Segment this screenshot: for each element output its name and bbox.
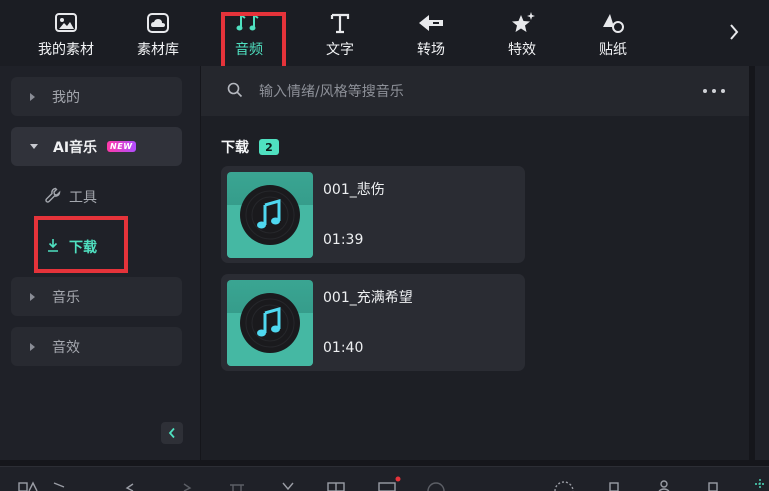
- track-duration: 01:40: [323, 340, 364, 356]
- tab-label: 特效: [508, 42, 536, 58]
- track-duration: 01:39: [323, 232, 364, 248]
- new-badge: NEW: [107, 141, 136, 152]
- timeline-toolbar: [0, 466, 769, 491]
- sidebar-subitem-tools[interactable]: 工具: [45, 187, 97, 207]
- sidebar-item-sound-effects[interactable]: 音效: [11, 327, 182, 366]
- ai-sparkle-icon[interactable]: [752, 477, 768, 491]
- audio-thumbnail: [227, 172, 313, 258]
- my-media-icon: [54, 11, 78, 35]
- tab-transition[interactable]: 转场: [403, 0, 459, 66]
- more-options-icon[interactable]: [703, 82, 725, 100]
- right-panel-edge: [755, 66, 769, 460]
- annotation-highlight-downloads: [34, 216, 128, 273]
- audio-card[interactable]: 001_充满希望 01:40: [221, 274, 525, 371]
- tab-text[interactable]: 文字: [312, 0, 368, 66]
- tab-my-media[interactable]: 我的素材: [24, 0, 108, 66]
- track-name: 001_充满希望: [323, 290, 413, 306]
- tab-label: 转场: [417, 42, 445, 58]
- sidebar-item-label: AI音乐: [53, 139, 98, 156]
- transition-icon: [417, 11, 445, 35]
- caret-right-icon: [30, 92, 35, 101]
- sidebar-item-mine[interactable]: 我的: [11, 77, 182, 116]
- tab-stock-library[interactable]: 素材库: [122, 0, 194, 66]
- audio-content-panel: 下载 2 001_悲伤 01:39: [201, 66, 749, 460]
- vinyl-record-icon: [240, 293, 300, 353]
- downloads-count-badge: 2: [259, 139, 279, 155]
- wrench-icon: [45, 187, 61, 207]
- user-icon[interactable]: [657, 479, 671, 491]
- chevron-right-icon[interactable]: [727, 18, 741, 46]
- audio-thumbnail: [227, 280, 313, 366]
- text-t-icon: [329, 11, 351, 35]
- caret-down-icon: [30, 144, 38, 149]
- tab-stickers[interactable]: 贴纸: [585, 0, 641, 66]
- tab-effects[interactable]: 特效: [494, 0, 550, 66]
- tab-label: 素材库: [137, 42, 179, 58]
- caret-right-icon: [30, 342, 35, 351]
- loading-icon[interactable]: [553, 480, 575, 491]
- effects-star-icon: [508, 11, 536, 35]
- tab-label: 我的素材: [38, 42, 94, 58]
- vinyl-record-icon: [240, 185, 300, 245]
- tab-label: 文字: [326, 42, 354, 58]
- search-icon: [227, 82, 243, 102]
- sidebar-item-label: 我的: [52, 89, 80, 106]
- search-input[interactable]: [257, 79, 681, 105]
- sidebar-item-label: 音乐: [52, 289, 80, 306]
- search-bar: [201, 66, 749, 116]
- subitem-label: 工具: [69, 190, 97, 206]
- record-icon[interactable]: [378, 476, 402, 491]
- track-name: 001_悲伤: [323, 182, 385, 198]
- downloads-section-title: 下载: [221, 140, 249, 156]
- tab-label: 贴纸: [599, 42, 627, 58]
- sidebar-item-ai-music[interactable]: AI音乐 NEW: [11, 127, 182, 166]
- sidebar-item-label: 音效: [52, 339, 80, 356]
- audio-card[interactable]: 001_悲伤 01:39: [221, 166, 525, 263]
- collapse-sidebar-button[interactable]: [161, 422, 183, 444]
- top-toolbar: 我的素材 素材库 音频 文字 转场 特效 贴纸: [0, 0, 769, 66]
- caret-right-icon: [30, 292, 35, 301]
- stock-library-icon: [146, 11, 170, 35]
- sidebar-item-music[interactable]: 音乐: [11, 277, 182, 316]
- annotation-highlight-audio-tab: [221, 12, 286, 72]
- sticker-icon: [600, 11, 626, 35]
- chevron-left-icon: [167, 424, 177, 443]
